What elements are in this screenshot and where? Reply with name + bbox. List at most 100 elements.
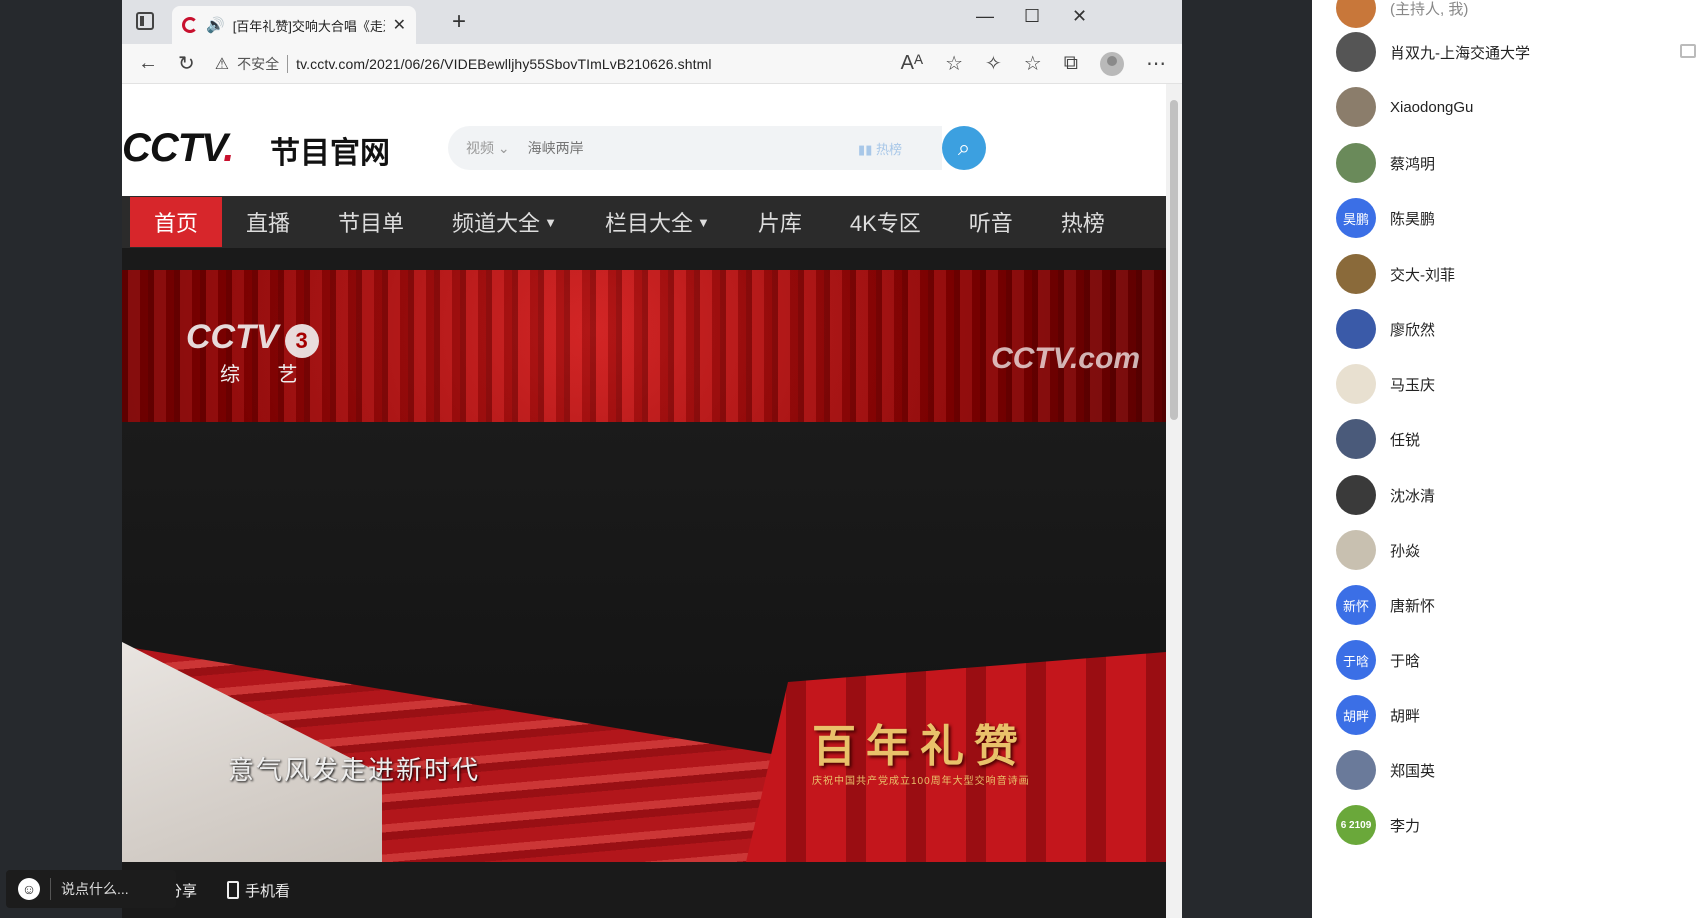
participant-item[interactable]: 于晗 于晗 [1336,640,1696,680]
search-category-label: 视频 [466,140,494,156]
cctv-logo[interactable]: CCTV. [122,126,234,171]
avatar [1336,254,1376,294]
channel-logo-text: CCTV [186,318,279,356]
read-aloud-icon[interactable]: Aᴬ [901,52,923,75]
participant-name: 交大-刘菲 [1390,266,1455,284]
nav-item-4k[interactable]: 4K专区 [826,197,945,247]
toolbar-actions: Aᴬ ☆ ✧ ☆ ⧉ ⋯ [901,51,1166,76]
logo-text: CCTV [122,126,224,170]
profile-avatar-icon[interactable] [1100,51,1124,76]
phone-icon [227,881,240,899]
participant-item[interactable]: 新怀 唐新怀 [1336,585,1696,625]
participant-item[interactable]: 交大-刘菲 [1336,254,1696,294]
search-button[interactable]: ⌕ [942,126,986,170]
search-category-select[interactable]: 视频 ⌄ [448,138,528,158]
avatar: 于晗 [1336,640,1376,680]
tab-actions-icon[interactable] [136,12,154,30]
browser-tab-active[interactable]: 🔊 [百年礼赞]交响大合唱《走进新时代》 ✕ [172,6,416,44]
channel-number: 3 [284,324,319,358]
participant-item[interactable]: 沈冰清 [1336,475,1696,515]
program-subtitle-overlay: 庆祝中国共产党成立100周年大型交响音诗画 [812,776,1030,787]
search-icon: ⌕ [957,135,971,160]
video-player[interactable]: CCTV 3 综 艺 CCTV.com 意气风发走进新时代 百年礼赞 庆祝中国共产… [122,248,1166,918]
participant-item[interactable]: 肖双九-上海交通大学 [1336,32,1696,72]
participant-item[interactable]: 昊鹏 陈昊鹏 [1336,198,1696,238]
avatar: 6 2109 [1336,805,1376,845]
participant-name: 马玉庆 [1390,376,1436,394]
emoji-icon[interactable]: ☺ [18,878,40,900]
close-window-icon[interactable]: ✕ [1072,6,1087,27]
nav-item-library[interactable]: 片库 [734,197,826,247]
scrollbar-thumb[interactable] [1170,100,1178,420]
collections-icon[interactable]: ⧉ [1064,52,1078,75]
participant-item[interactable]: XiaodongGu [1336,87,1696,127]
avatar [1336,143,1376,183]
favorites-icon[interactable]: ☆ [1024,51,1042,76]
cctv-favicon-icon [182,17,198,33]
nav-item-schedule[interactable]: 节目单 [314,197,428,247]
back-arrow-icon[interactable]: ← [138,52,158,75]
address-bar[interactable]: ⚠ 不安全 tv.cctv.com/2021/06/26/VIDEBewlljh… [215,49,881,79]
participant-name: 任锐 [1390,431,1421,449]
participant-name: (主持人, 我) [1390,0,1469,18]
security-label[interactable]: 不安全 [237,54,279,74]
avatar [1336,364,1376,404]
nav-item-home[interactable]: 首页 [130,197,223,247]
browser-titlebar: 🔊 [百年礼赞]交响大合唱《走进新时代》 ✕ + — ☐ ✕ [122,0,1182,44]
hot-label: 热榜 [875,141,902,157]
nav-label: 直播 [246,211,291,236]
participant-item[interactable]: 6 2109 李力 [1336,805,1696,845]
page-scrollbar[interactable] [1166,84,1182,918]
speaker-icon[interactable]: 🔊 [206,16,225,34]
participant-item[interactable]: 蔡鸿明 [1336,143,1696,183]
participant-item[interactable]: 廖欣然 [1336,309,1696,349]
chevron-down-icon: ⌄ [497,140,510,156]
camera-off-icon[interactable] [1680,44,1696,58]
new-tab-icon[interactable]: + [452,8,466,36]
avatar [1336,32,1376,72]
bar-chart-icon: ▮▮ [858,141,873,157]
browser-toolbar: ← ↻ ⚠ 不安全 tv.cctv.com/2021/06/26/VIDEBew… [122,44,1182,84]
participant-item[interactable]: 胡畔 胡畔 [1336,695,1696,735]
avatar [1336,419,1376,459]
nav-item-channels[interactable]: 频道大全 ▼ [428,197,581,247]
avatar: 胡畔 [1336,695,1376,735]
nav-item-programs[interactable]: 栏目大全 ▼ [581,197,734,247]
nav-label: 片库 [757,211,802,236]
participant-name: 郑国英 [1390,762,1436,780]
participant-name: 沈冰清 [1390,487,1436,505]
participant-item[interactable]: 任锐 [1336,419,1696,459]
nav-label: 4K专区 [849,211,921,236]
nav-item-live[interactable]: 直播 [222,197,314,247]
video-frame[interactable]: CCTV 3 综 艺 CCTV.com 意气风发走进新时代 百年礼赞 庆祝中国共产… [122,270,1166,862]
avatar [1336,750,1376,790]
nav-item-hot[interactable]: 热榜 [1037,197,1129,247]
add-favorite-icon[interactable]: ☆ [945,51,963,76]
participant-name: 廖欣然 [1390,321,1436,339]
chat-placeholder[interactable]: 说点什么... [61,879,129,899]
more-menu-icon[interactable]: ⋯ [1146,51,1166,76]
participant-item[interactable]: (主持人, 我) [1336,0,1696,28]
maximize-icon[interactable]: ☐ [1024,6,1040,27]
participant-item[interactable]: 郑国英 [1336,750,1696,790]
search-input[interactable] [527,140,859,156]
watch-on-phone-button[interactable]: 手机看 [227,880,290,901]
participant-item[interactable]: 马玉庆 [1336,364,1696,404]
participant-name: 于晗 [1390,652,1421,670]
url-text[interactable]: tv.cctv.com/2021/06/26/VIDEBewlljhy55Sbo… [296,56,711,72]
extensions-icon[interactable]: ✧ [985,51,1002,76]
participant-name: 唐新怀 [1390,597,1436,615]
hot-list-link[interactable]: ▮▮ 热榜 [858,139,942,158]
chat-input-box[interactable]: ☺ 说点什么... [6,870,176,908]
participant-name: 胡畔 [1390,707,1421,725]
logo-dot: . [223,126,234,170]
participant-item[interactable]: 孙焱 [1336,530,1696,570]
caret-down-icon: ▼ [544,214,557,230]
warning-icon[interactable]: ⚠ [215,54,229,74]
nav-label: 首页 [154,211,199,236]
nav-item-audio[interactable]: 听音 [945,197,1037,247]
close-tab-icon[interactable]: ✕ [393,15,406,35]
minimize-icon[interactable]: — [976,6,994,27]
participant-name: 陈昊鹏 [1390,210,1436,228]
refresh-icon[interactable]: ↻ [178,51,195,76]
